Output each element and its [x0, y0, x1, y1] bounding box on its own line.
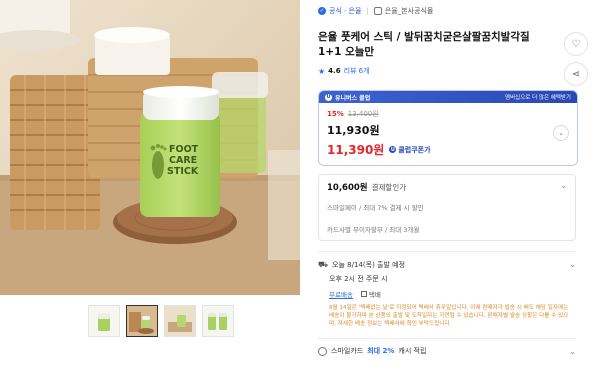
thumbnail-2-selected[interactable]: [126, 305, 158, 337]
club-coupon-price: 11,390원: [327, 143, 385, 157]
product-title: 은율 풋케어 스틱 / 발뒤꿈치굳은살팔꿈치발각질 1+1 오늘만: [318, 31, 530, 58]
thumbnail-strip: [88, 305, 234, 337]
coupon-club-icon: U: [389, 146, 397, 153]
discount-row: 15% 13,400원: [327, 109, 569, 119]
star-icon: ★: [318, 66, 326, 76]
shipping-section: ⛟ 오늘 8/14(목) 출발 예정 오후 2시 전 주문 시 무료배송 택배 …: [318, 260, 576, 328]
smile-card-suffix: 캐시 적립: [398, 347, 427, 355]
chevron-down-icon: ⌄: [558, 129, 564, 137]
official-store-badge[interactable]: ✓ 공식 · 은율: [318, 6, 361, 16]
store-link[interactable]: 은율_본사공식몰: [373, 6, 434, 16]
label-stick: STICK: [167, 166, 199, 177]
shipping-date: 오늘 8/14(목) 출발 예정: [332, 261, 406, 269]
club-coupon-label: U 클럽쿠폰가: [389, 145, 431, 155]
thumbnail-1[interactable]: [88, 305, 120, 337]
section-divider: [318, 251, 576, 252]
product-photo-illustration: FOOT CARE STICK: [0, 0, 300, 295]
product-gallery: FOOT CARE STICK: [0, 0, 300, 373]
parcel-tag-label: 택배: [368, 291, 381, 299]
smile-card-cashback-row[interactable]: 스마일카드 최대 2% 캐시 적립 ⌄: [318, 346, 576, 356]
title-row: 은율 풋케어 스틱 / 발뒤꿈치굳은살팔꿈치발각질 1+1 오늘만 ♡ ⋖: [318, 30, 588, 86]
smile-card-prefix: 스마일카드: [331, 347, 364, 355]
coupon-price-row: 11,390원 U 클럽쿠폰가: [327, 141, 569, 158]
shipping-tags: 무료배송 택배: [329, 289, 576, 299]
chevron-down-icon[interactable]: ⌄: [569, 260, 576, 269]
card-discount-amount: 10,600원: [327, 183, 368, 193]
coupon-label-text: 클럽쿠폰가: [398, 145, 431, 154]
smile-card-rate: 최대 2%: [367, 347, 395, 355]
rating-score: 4.6: [328, 67, 341, 75]
card-icon: [318, 346, 327, 356]
label-foot: FOOT: [169, 144, 199, 155]
price-detail-toggle[interactable]: ⌄: [553, 125, 569, 141]
thumbnail-4[interactable]: [202, 305, 234, 337]
review-count-link[interactable]: 리뷰 6개: [344, 66, 370, 76]
heart-icon: ♡: [571, 38, 581, 50]
section-divider: [318, 338, 576, 339]
official-badge-label: 공식 · 은율: [329, 7, 362, 15]
store-name: 은율_본사공식몰: [384, 7, 434, 15]
thumbnail-3[interactable]: [164, 305, 196, 337]
main-product-image[interactable]: FOOT CARE STICK: [0, 0, 300, 295]
chevron-down-icon: ⌄: [560, 181, 567, 190]
parcel-box-icon: [360, 291, 367, 297]
original-price: 13,400원: [347, 110, 379, 118]
sale-price: 11,930원: [327, 124, 380, 137]
label-care: CARE: [169, 155, 197, 166]
share-icon: ⋖: [571, 68, 581, 80]
club-label: U 유니버스 클럽: [325, 93, 370, 102]
installment-text: 카드사별 무이자할부 / 최대 3개월: [327, 226, 420, 234]
verified-check-icon: ✓: [318, 7, 326, 15]
breadcrumb-separator: |: [366, 7, 369, 15]
store-icon: [373, 7, 382, 15]
universe-club-icon: U: [325, 93, 332, 101]
card-discount-box[interactable]: 10,600원 결제할인가 스마일페이 / 최대 7% 결제 시 할인 카드사별…: [318, 174, 576, 241]
card-discount-line: 10,600원 결제할인가: [327, 181, 567, 193]
breadcrumb: ✓ 공식 · 은율 | 은율_본사공식몰: [318, 0, 588, 22]
truck-icon: ⛟: [318, 260, 329, 269]
price-body: 15% 13,400원 11,930원 11,390원 U 클럽쿠폰가 ⌄: [319, 103, 577, 165]
parcel-tag: 택배: [360, 289, 381, 299]
wishlist-button[interactable]: ♡: [564, 32, 588, 56]
share-button[interactable]: ⋖: [564, 62, 588, 86]
product-page: FOOT CARE STICK ✓ 공식 · 은율 | 은율_본사공식몰 은율 …: [0, 0, 600, 373]
free-shipping-tag[interactable]: 무료배송: [329, 289, 353, 299]
smilepay-discount-text: 스마일페이 / 최대 7% 결제 시 할인: [327, 204, 424, 212]
club-price-header[interactable]: U 유니버스 클럽 멤버십으로 더 많은 혜택받기: [319, 91, 577, 103]
shipping-cutoff-time: 오후 2시 전 주문 시: [329, 275, 388, 283]
rating-summary: ★ 4.6 리뷰 6개: [318, 66, 588, 76]
membership-promo-link[interactable]: 멤버십으로 더 많은 혜택받기: [505, 93, 571, 101]
shipping-date-line: ⛟ 오늘 8/14(목) 출발 예정: [318, 260, 576, 270]
club-name: 유니버스 클럽: [335, 94, 371, 102]
card-discount-note: 결제할인가: [371, 183, 407, 192]
product-info-panel: ✓ 공식 · 은율 | 은율_본사공식몰 은율 풋케어 스틱 / 발뒤꿈치굳은살…: [318, 0, 588, 356]
discount-rate: 15%: [327, 110, 344, 118]
shipping-holiday-notice: 8월 14일은 '택배없는 날'로 지정되어 택배사 휴무일입니다. 이에 판매…: [329, 305, 569, 327]
chevron-down-icon: ⌄: [569, 346, 576, 356]
club-price-box: U 유니버스 클럽 멤버십으로 더 많은 혜택받기 15% 13,400원 11…: [318, 90, 578, 166]
